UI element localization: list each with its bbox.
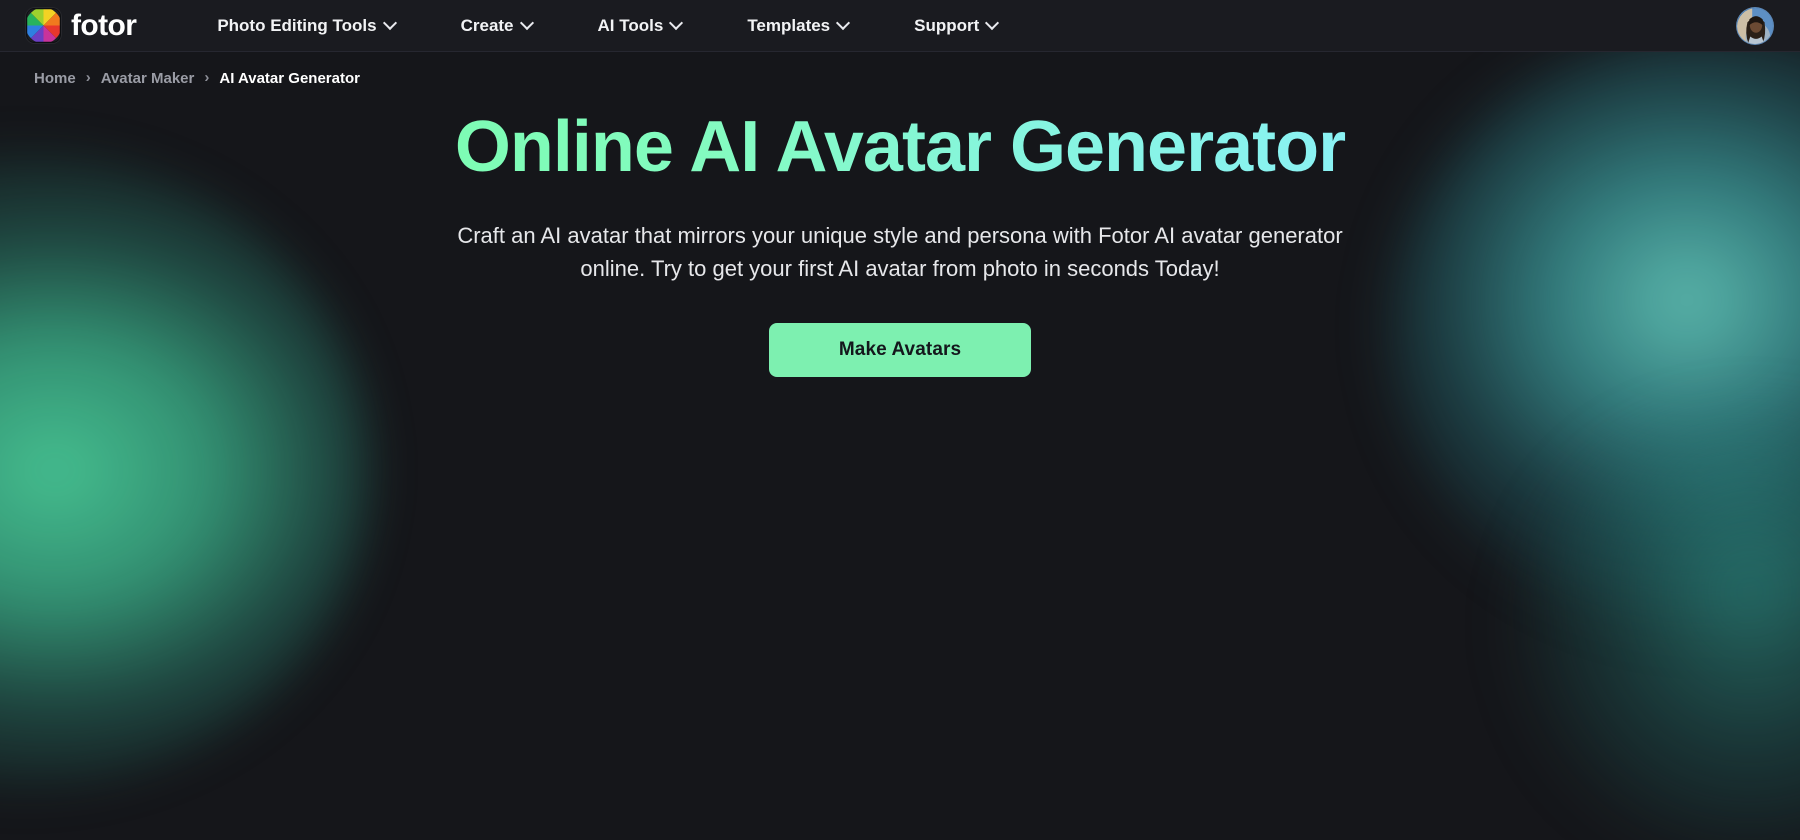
nav-label: Templates xyxy=(747,15,831,35)
page-title: Online AI Avatar Generator xyxy=(450,108,1350,187)
chevron-down-icon xyxy=(382,15,397,30)
nav-item-templates[interactable]: Templates xyxy=(714,15,881,36)
nav-label: Support xyxy=(914,15,980,35)
nav-item-photo-editing-tools[interactable]: Photo Editing Tools xyxy=(184,15,427,36)
hero-section: Online AI Avatar Generator Craft an AI a… xyxy=(0,87,1800,377)
make-avatars-button[interactable]: Make Avatars xyxy=(769,322,1031,377)
breadcrumb-item-home[interactable]: Home xyxy=(34,70,76,87)
breadcrumb: Home › Avatar Maker › AI Avatar Generato… xyxy=(0,52,1800,87)
nav-label: AI Tools xyxy=(597,15,664,35)
nav-label: Create xyxy=(460,15,514,35)
brand-home-link[interactable]: fotor xyxy=(26,8,137,43)
breadcrumb-separator-icon: › xyxy=(204,69,210,86)
chevron-down-icon xyxy=(836,15,851,30)
main-nav: Photo Editing Tools Create AI Tools Temp… xyxy=(184,15,1030,36)
cta-wrapper: Make Avatars xyxy=(0,322,1800,377)
chevron-down-icon xyxy=(519,15,534,30)
avatar-sample-gallery xyxy=(0,550,1800,840)
breadcrumb-separator-icon: › xyxy=(85,69,91,86)
site-header: fotor Photo Editing Tools Create AI Tool… xyxy=(0,0,1800,52)
hero-subtitle: Craft an AI avatar that mirrors your uni… xyxy=(457,222,1343,281)
nav-item-ai-tools[interactable]: AI Tools xyxy=(565,15,715,36)
page-root: fotor Photo Editing Tools Create AI Tool… xyxy=(0,0,1800,840)
chevron-down-icon xyxy=(985,15,1000,30)
chevron-down-icon xyxy=(669,15,684,30)
fotor-pinwheel-logo-icon xyxy=(26,8,61,43)
brand-name: fotor xyxy=(71,8,137,42)
avatar[interactable] xyxy=(1736,6,1774,45)
breadcrumb-item-avatar-maker[interactable]: Avatar Maker xyxy=(101,70,195,87)
nav-label: Photo Editing Tools xyxy=(217,15,377,35)
header-right-group xyxy=(1736,6,1774,45)
nav-item-support[interactable]: Support xyxy=(881,15,1030,36)
breadcrumb-item-ai-avatar-generator: AI Avatar Generator xyxy=(219,70,360,87)
nav-item-create[interactable]: Create xyxy=(428,15,565,36)
